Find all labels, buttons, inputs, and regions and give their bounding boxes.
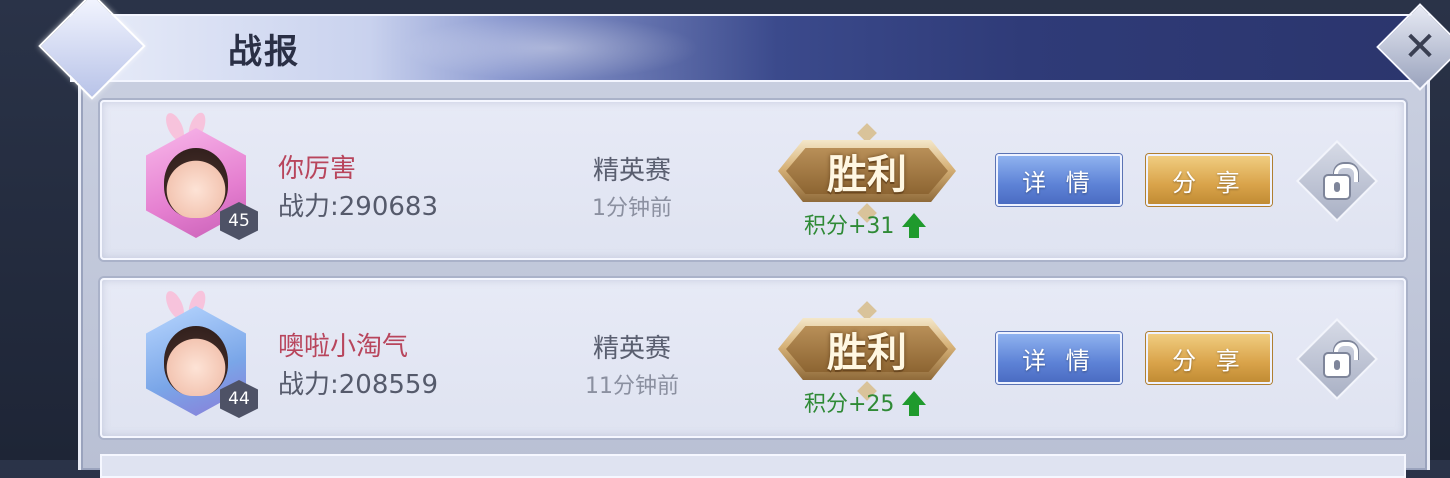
player-avatar[interactable]: 44 [138,288,264,424]
detail-button[interactable]: 详 情 [996,154,1122,206]
player-avatar[interactable]: 45 [138,110,264,246]
badge-tip-icon [857,123,877,143]
match-mode: 精英赛 [592,156,671,186]
match-time: 11分钟前 [585,374,679,399]
unlock-icon [1310,154,1364,208]
avatar-portrait [164,148,228,218]
avatar-portrait [164,326,228,396]
player-power: 战力:208559 [278,370,439,400]
match-time: 1分钟前 [592,196,672,221]
result-label: 胜利 [827,151,907,198]
score-text: 积分+25 [804,392,895,417]
result-label: 胜利 [827,329,907,376]
player-name: 你厉害 [278,154,357,184]
match-mode: 精英赛 [592,334,671,364]
share-button[interactable]: 分 享 [1146,332,1272,384]
player-name: 噢啦小淘气 [278,332,409,362]
arrow-up-icon [902,213,927,238]
victory-badge: 胜利 [778,301,956,401]
panel-title: 战报 [228,32,300,72]
unlock-icon [1310,332,1364,386]
score-change: 积分+31 [804,208,927,240]
close-icon: ✕ [1403,24,1437,70]
victory-badge: 胜利 [778,123,956,223]
battle-row: 45 你厉害 战力:290683 精英赛 1分钟前 胜利 积分+31 详 情 分… [100,100,1406,260]
lock-button[interactable] [1295,139,1379,223]
battle-row-partial [100,454,1406,478]
player-power: 战力:290683 [278,192,439,222]
battle-row: 44 噢啦小淘气 战力:208559 精英赛 11分钟前 胜利 积分+25 详 … [100,278,1406,438]
share-button[interactable]: 分 享 [1146,154,1272,206]
score-change: 积分+25 [804,386,927,418]
detail-button[interactable]: 详 情 [996,332,1122,384]
lock-button[interactable] [1295,317,1379,401]
badge-tip-icon [857,301,877,321]
arrow-up-icon [902,391,927,416]
score-text: 积分+31 [804,214,895,239]
